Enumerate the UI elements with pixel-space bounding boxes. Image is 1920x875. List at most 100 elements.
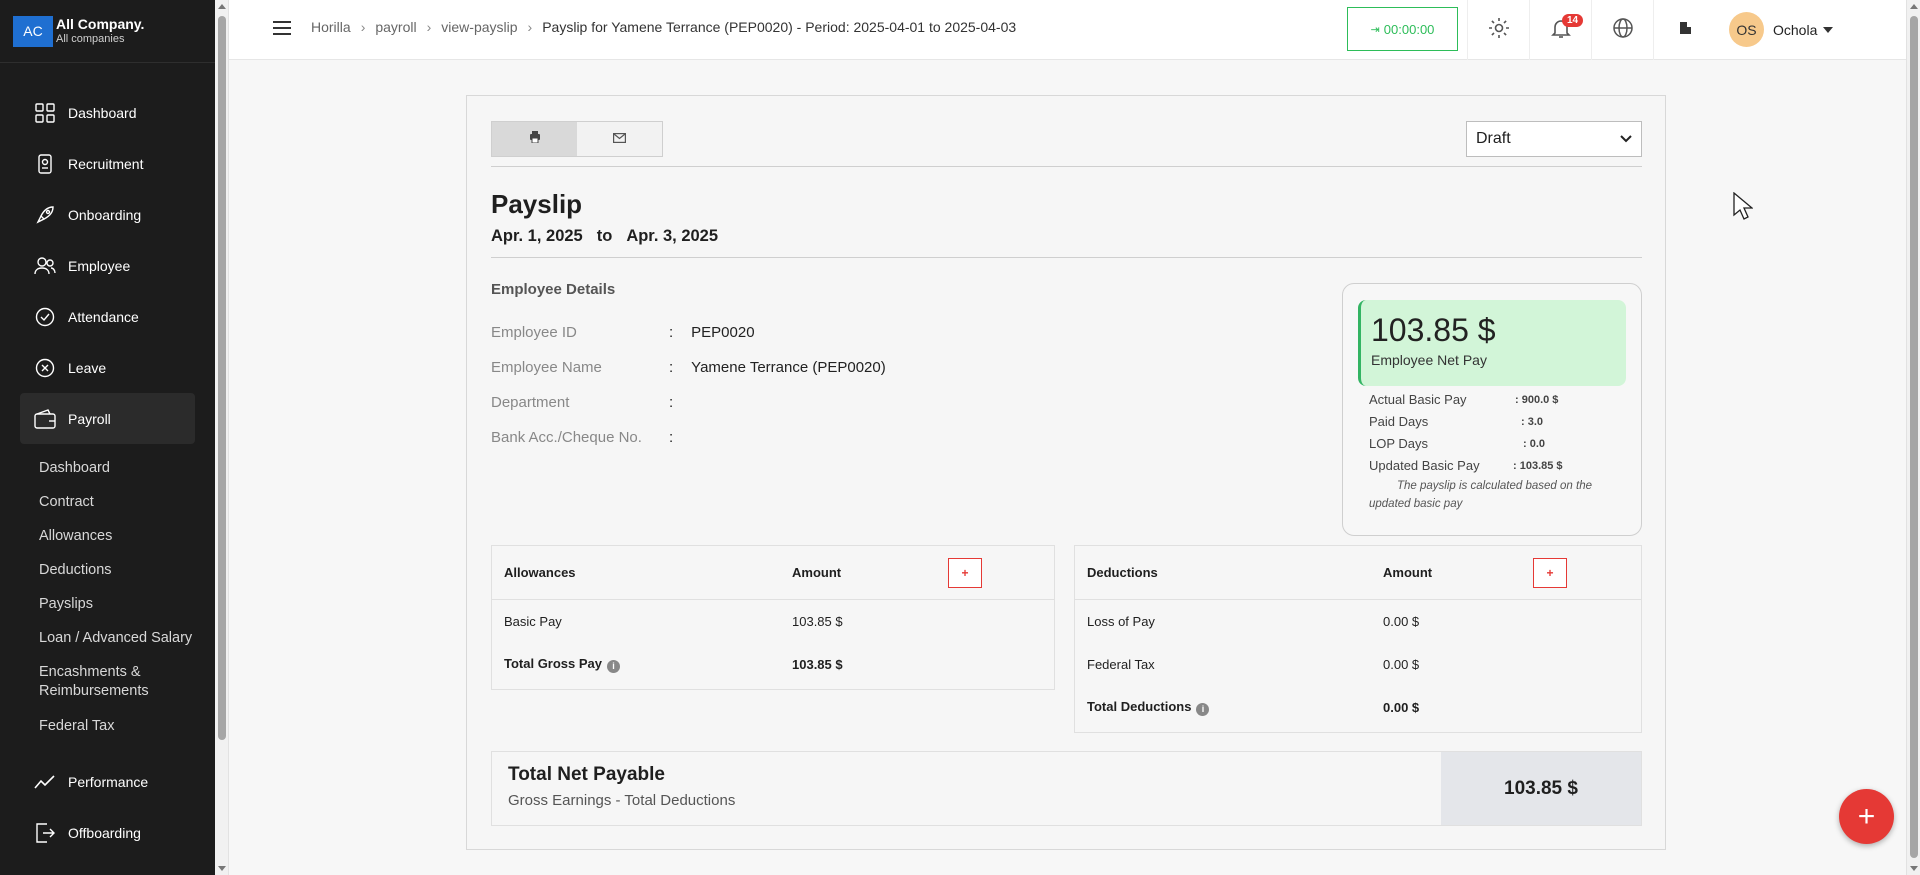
company-name: All Company. [56,16,145,32]
sidebar-scroll-thumb[interactable] [218,16,226,740]
chevron-right-icon: › [426,19,432,35]
breadcrumb-item[interactable]: payroll [375,19,416,35]
row-value: 0.00 $ [1383,700,1420,715]
detail-value [673,394,691,411]
sidebar-scrollbar[interactable] [215,0,229,875]
user-name: Ochola [1773,21,1818,38]
dashboard-icon [34,102,56,124]
subnav-encashments[interactable]: Encashments & Reimbursements [20,655,195,709]
summary-row: Updated Basic Pay: 103.85 $ [1369,458,1563,473]
topbar: Horilla › payroll › view-payslip › Paysl… [229,0,1906,60]
notifications-button[interactable]: 14 [1529,0,1591,60]
company-button[interactable] [1653,0,1715,60]
language-button[interactable] [1591,0,1653,60]
summary-label: LOP Days [1369,436,1429,451]
scroll-down-arrow[interactable] [1910,866,1918,871]
add-deduction-button[interactable]: + [1533,558,1567,588]
row-value: 103.85 $ [792,657,843,672]
subnav-contract[interactable]: Contract [20,485,195,519]
status-value: Draft [1476,130,1511,147]
page-scrollbar[interactable] [1906,0,1920,875]
summary-value: : 900.0 $ [1515,394,1559,406]
subnav-allowances[interactable]: Allowances [20,519,195,553]
allowances-table: Allowances Amount + Basic Pay 103.85 $ T… [491,545,1055,690]
row-value: 103.85 $ [792,614,843,629]
settings-button[interactable] [1467,0,1529,60]
summary-value: : 3.0 [1521,416,1544,428]
timer-value: 00:00:00 [1383,21,1435,37]
email-button[interactable] [577,122,662,156]
sidebar-item-payroll[interactable]: Payroll [20,393,195,444]
people-icon [34,255,56,277]
total-title: Total Net Payable [508,764,665,785]
sidebar-item-employee[interactable]: Employee [20,240,195,291]
company-subtitle: All companies [56,33,125,45]
net-pay-summary: 103.85 $ Employee Net Pay Actual Basic P… [1342,283,1642,536]
summary-row: Paid Days : 3.0 [1369,414,1543,429]
sidebar: AC All Company. All companies Dashboard … [0,0,215,875]
subnav-federal-tax[interactable]: Federal Tax [20,709,195,743]
chevron-down-icon [1620,130,1632,148]
subnav-loan[interactable]: Loan / Advanced Salary [20,621,195,655]
chevron-right-icon: › [527,19,533,35]
subnav-dashboard[interactable]: Dashboard [20,451,195,485]
subnav-deductions[interactable]: Deductions [20,553,195,587]
table-total-row: Total Deductions i 0.00 $ [1075,686,1641,729]
trend-icon [34,771,56,793]
table-row: Federal Tax 0.00 $ [1075,643,1641,686]
table-header: Deductions Amount + [1075,546,1641,600]
add-allowance-button[interactable]: + [948,558,982,588]
total-gross-label: Total Gross Pay i [504,656,621,673]
total-net-payable: Total Net Payable Gross Earnings - Total… [491,751,1642,826]
subnav-payslips[interactable]: Payslips [20,587,195,621]
sidebar-item-label: Performance [68,773,149,790]
table-header: Allowances Amount + [492,546,1054,600]
info-icon[interactable]: i [1196,703,1210,716]
quick-add-button[interactable]: + [1839,789,1894,844]
detail-row: Bank Acc./Cheque No.: [491,429,691,446]
breadcrumb-current: Payslip for Yamene Terrance (PEP0020) - … [542,19,1017,35]
payslip-card: Draft Payslip Apr. 1, 2025 to Apr. 3, 2025… [466,95,1666,850]
mail-icon [613,130,627,148]
scroll-up-arrow[interactable] [218,4,226,9]
sidebar-item-performance[interactable]: Performance [20,756,195,807]
recruitment-icon [34,153,56,175]
period-end: Apr. 3, 2025 [626,227,719,245]
row-label: Loss of Pay [1087,614,1155,629]
summary-value: : 0.0 [1523,438,1546,450]
x-circle-icon [34,357,56,379]
clock-in-button[interactable]: ⇥ 00:00:00 [1347,7,1458,51]
status-select[interactable]: Draft [1466,121,1642,157]
user-menu[interactable]: OS Ochola [1729,12,1834,47]
sidebar-item-leave[interactable]: Leave [20,342,195,393]
company-switcher[interactable]: AC All Company. All companies [0,0,215,63]
summary-label: Paid Days [1369,414,1429,429]
sidebar-item-attendance[interactable]: Attendance [20,291,195,342]
sidebar-item-dashboard[interactable]: Dashboard [20,87,195,138]
sidebar-item-label: Payroll [68,410,111,427]
page-scroll-thumb[interactable] [1910,16,1918,858]
sidebar-item-recruitment[interactable]: Recruitment [20,138,195,189]
print-button[interactable] [492,122,577,156]
total-subtitle: Gross Earnings - Total Deductions [508,792,736,809]
detail-label: Employee Name [491,359,602,376]
sidebar-item-offboarding[interactable]: Offboarding [20,807,195,858]
sidebar-item-label: Offboarding [68,824,141,841]
net-pay-amount: 103.85 $ [1371,312,1496,348]
breadcrumb: Horilla › payroll › view-payslip › Paysl… [311,19,1016,35]
avatar: OS [1729,12,1764,47]
row-label: Federal Tax [1087,657,1155,672]
menu-toggle-icon[interactable] [273,21,291,35]
deductions-table: Deductions Amount + Loss of Pay 0.00 $ F… [1074,545,1642,733]
total-deductions-label: Total Deductions i [1087,699,1210,716]
calculation-note: The payslip is calculated based on the u… [1369,480,1592,510]
table-total-row: Total Gross Pay i 103.85 $ [492,643,1054,686]
scroll-down-arrow[interactable] [218,866,226,871]
sidebar-item-onboarding[interactable]: Onboarding [20,189,195,240]
scroll-up-arrow[interactable] [1910,4,1918,9]
row-value: 0.00 $ [1383,614,1420,629]
info-icon[interactable]: i [607,660,621,673]
breadcrumb-item[interactable]: view-payslip [441,19,517,35]
sidebar-item-label: Employee [68,257,131,274]
breadcrumb-item[interactable]: Horilla [311,19,351,35]
